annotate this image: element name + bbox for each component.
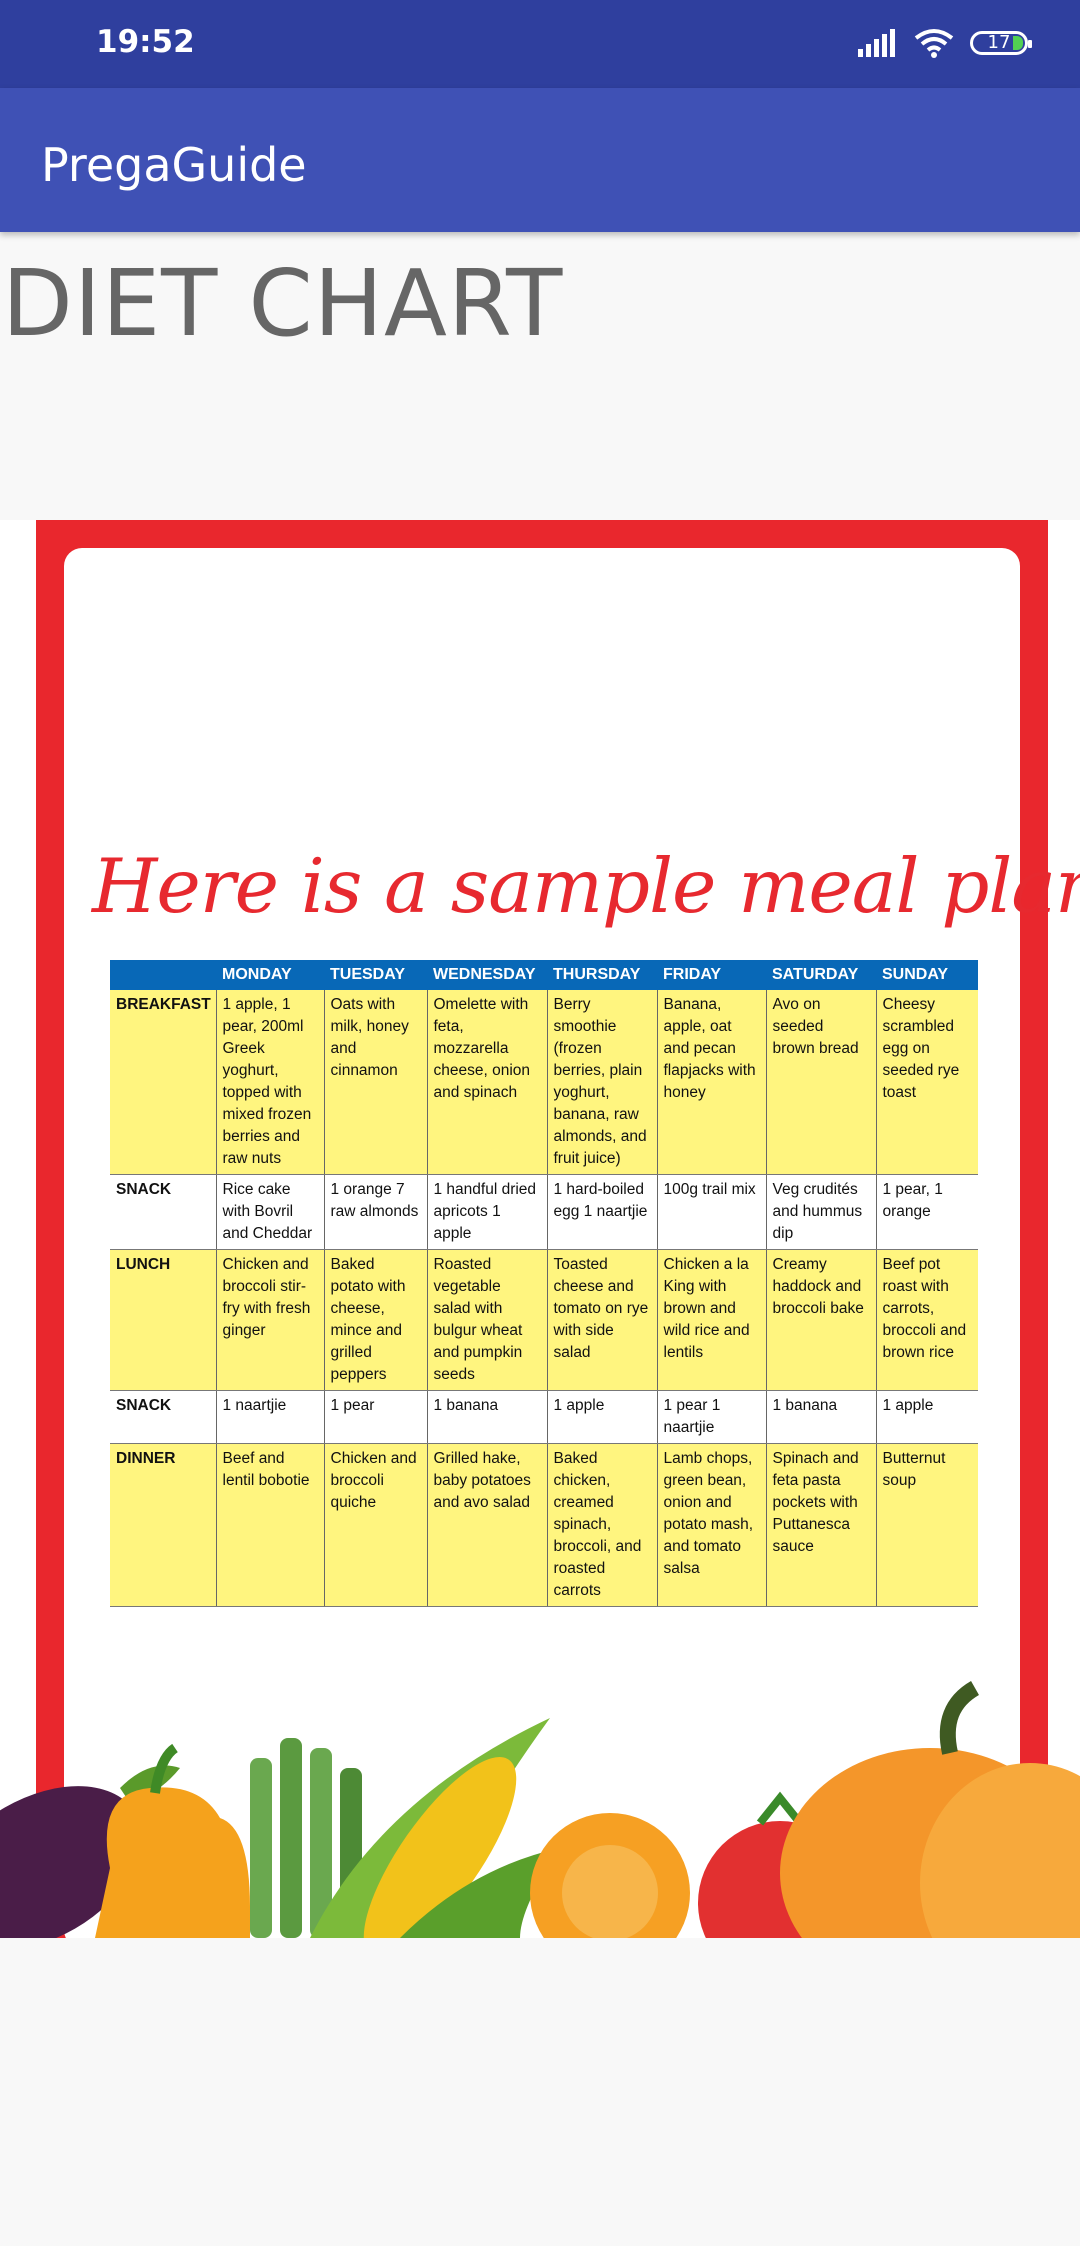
meal-cell: Baked chicken, creamed spinach, broccoli…: [546, 1443, 657, 1607]
table-row: LUNCH Chicken and broccoli stir-fry with…: [110, 1249, 978, 1391]
status-bar: 19:52 17: [0, 0, 1080, 88]
status-time: 19:52: [96, 24, 195, 60]
meal-cell: Chicken a la King with brown and wild ri…: [656, 1249, 766, 1391]
meal-cell: Grilled hake, baby potatoes and avo sala…: [426, 1443, 547, 1607]
meal-cell: Beef pot roast with carrots, broccoli an…: [875, 1249, 978, 1391]
row-label: SNACK: [110, 1174, 216, 1250]
meal-cell: 1 hard-boiled egg 1 naartjie: [546, 1174, 657, 1250]
meal-cell: Rice cake with Bovril and Cheddar: [215, 1174, 324, 1250]
meal-cell: Berry smoothie (frozen berries, plain yo…: [546, 990, 657, 1175]
meal-cell: 100g trail mix: [656, 1174, 766, 1250]
table-row: DINNER Beef and lentil bobotie Chicken a…: [110, 1443, 978, 1607]
row-label: DINNER: [110, 1443, 216, 1607]
meal-cell: Spinach and feta pasta pockets with Putt…: [765, 1443, 876, 1607]
meal-cell: Chicken and broccoli quiche: [323, 1443, 427, 1607]
meal-cell: 1 handful dried apricots 1 apple: [426, 1174, 547, 1250]
meal-plan-table: MONDAY TUESDAY WEDNESDAY THURSDAY FRIDAY…: [110, 960, 978, 1607]
table-row: BREAKFAST 1 apple, 1 pear, 200ml Greek y…: [110, 990, 978, 1175]
table-header-row: MONDAY TUESDAY WEDNESDAY THURSDAY FRIDAY…: [110, 960, 978, 990]
app-title: PregaGuide: [41, 138, 307, 192]
meal-cell: Avo on seeded brown bread: [765, 990, 876, 1175]
header-day: MONDAY: [216, 960, 324, 990]
row-label: LUNCH: [110, 1249, 216, 1391]
header-day: FRIDAY: [657, 960, 766, 990]
meal-cell: 1 pear 1 naartjie: [656, 1390, 766, 1444]
header-day: WEDNESDAY: [427, 960, 547, 990]
header-day: SATURDAY: [766, 960, 876, 990]
meal-cell: 1 orange 7 raw almonds: [323, 1174, 427, 1250]
page-title: DIET CHART: [2, 250, 564, 357]
status-icons: 17: [858, 28, 1032, 58]
meal-cell: 1 apple, 1 pear, 200ml Greek yoghurt, to…: [215, 990, 324, 1175]
header-day: SUNDAY: [876, 960, 978, 990]
table-row: SNACK 1 naartjie 1 pear 1 banana 1 apple…: [110, 1390, 978, 1444]
meal-cell: Baked potato with cheese, mince and gril…: [323, 1249, 427, 1391]
meal-cell: Lamb chops, green bean, onion and potato…: [656, 1443, 766, 1607]
meal-cell: 1 pear, 1 orange: [875, 1174, 978, 1250]
meal-cell: Toasted cheese and tomato on rye with si…: [546, 1249, 657, 1391]
app-bar: PregaGuide: [0, 88, 1080, 232]
meal-cell: 1 naartjie: [215, 1390, 324, 1444]
header-empty: [110, 960, 216, 990]
signal-icon: [858, 29, 895, 57]
meal-cell: 1 banana: [765, 1390, 876, 1444]
meal-cell: Veg crudités and hummus dip: [765, 1174, 876, 1250]
meal-cell: Banana, apple, oat and pecan flapjacks w…: [656, 990, 766, 1175]
meal-cell: Oats with milk, honey and cinnamon: [323, 990, 427, 1175]
meal-cell: 1 apple: [875, 1390, 978, 1444]
header-day: THURSDAY: [547, 960, 657, 990]
battery-icon: 17: [970, 31, 1032, 55]
meal-cell: 1 banana: [426, 1390, 547, 1444]
row-label: SNACK: [110, 1390, 216, 1444]
meal-cell: 1 pear: [323, 1390, 427, 1444]
battery-level: 17: [987, 32, 1011, 53]
row-label: BREAKFAST: [110, 990, 216, 1175]
vegetables-illustration: [0, 1681, 1080, 1938]
poster-heading: Here is a sample meal plan to try:: [92, 842, 1080, 930]
meal-cell: Creamy haddock and broccoli bake: [765, 1249, 876, 1391]
diet-chart-image: Here is a sample meal plan to try: MONDA…: [0, 520, 1080, 1938]
meal-cell: Omelette with feta, mozzarella cheese, o…: [426, 990, 547, 1175]
meal-cell: Butternut soup: [875, 1443, 978, 1607]
meal-cell: 1 apple: [546, 1390, 657, 1444]
meal-cell: Beef and lentil bobotie: [215, 1443, 324, 1607]
table-row: SNACK Rice cake with Bovril and Cheddar …: [110, 1174, 978, 1250]
meal-cell: Roasted vegetable salad with bulgur whea…: [426, 1249, 547, 1391]
meal-cell: Chicken and broccoli stir-fry with fresh…: [215, 1249, 324, 1391]
header-day: TUESDAY: [324, 960, 427, 990]
meal-cell: Cheesy scrambled egg on seeded rye toast: [875, 990, 978, 1175]
wifi-icon: [914, 29, 954, 58]
